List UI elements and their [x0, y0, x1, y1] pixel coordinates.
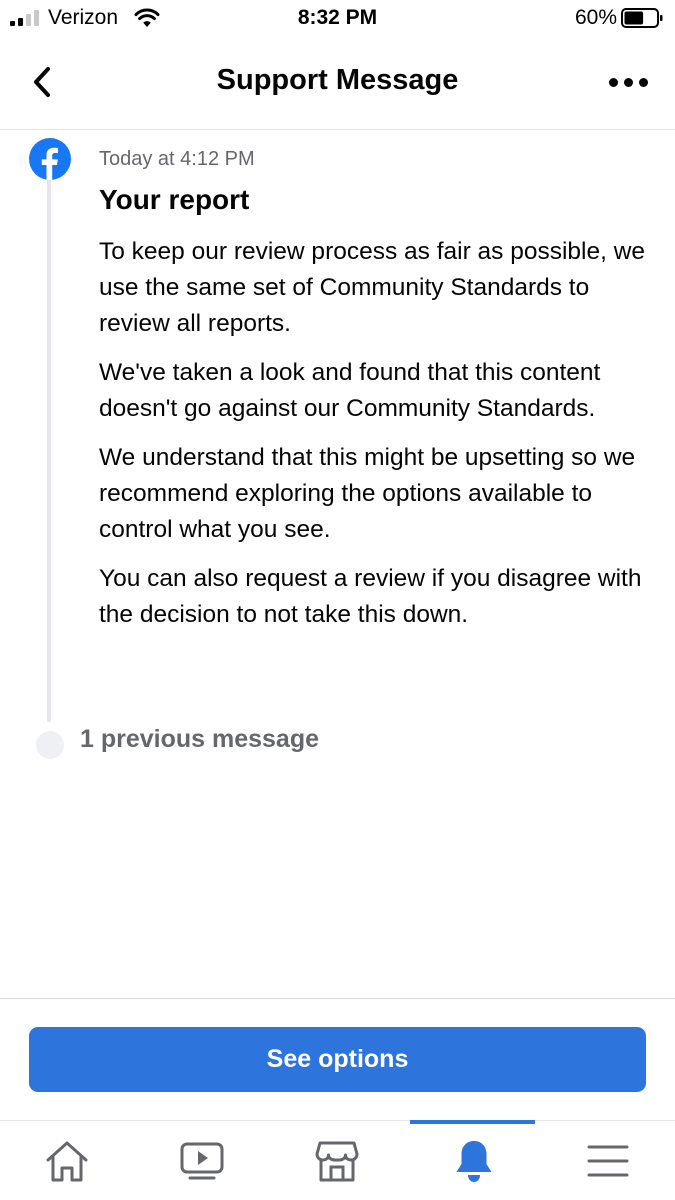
ellipsis-dot [623, 77, 633, 87]
more-options-button[interactable] [605, 68, 651, 96]
message-paragraph: You can also request a review if you dis… [99, 565, 642, 628]
bottom-tab-bar [0, 1120, 675, 1200]
message-paragraph: We understand that this might be upsetti… [99, 444, 636, 543]
battery-percent: 60% [574, 6, 617, 29]
tab-home[interactable] [37, 1135, 97, 1187]
watch-icon [180, 1142, 224, 1180]
previous-message-dot [36, 731, 64, 759]
navigation-header: Support Message [0, 40, 675, 130]
menu-icon [587, 1145, 629, 1177]
previous-message-link[interactable]: 1 previous message [80, 725, 319, 754]
home-icon [46, 1141, 88, 1182]
status-bar: Verizon 8:32 PM 60% [0, 0, 675, 40]
tab-notifications[interactable] [444, 1135, 504, 1187]
message-title: Your report [99, 184, 250, 215]
tab-watch[interactable] [172, 1135, 232, 1187]
message-timestamp: Today at 4:12 PM [99, 148, 255, 170]
clock: 8:32 PM [297, 6, 378, 29]
ellipsis-dot [608, 77, 618, 87]
message-paragraph: We've taken a look and found that this c… [99, 359, 601, 422]
bell-icon [456, 1141, 492, 1182]
active-tab-indicator [410, 1120, 535, 1124]
message-body: To keep our review process as fair as po… [99, 234, 659, 646]
tab-marketplace[interactable] [307, 1135, 367, 1187]
see-options-button[interactable]: See options [29, 1027, 646, 1092]
ellipsis-dot [638, 77, 648, 87]
thread-line [47, 176, 51, 722]
battery-icon [621, 8, 663, 28]
page-title: Support Message [216, 64, 459, 96]
marketplace-icon [315, 1141, 359, 1182]
message-paragraph: To keep our review process as fair as po… [99, 238, 646, 337]
facebook-logo-icon [29, 138, 71, 180]
tab-menu[interactable] [578, 1135, 638, 1187]
divider [0, 998, 675, 999]
